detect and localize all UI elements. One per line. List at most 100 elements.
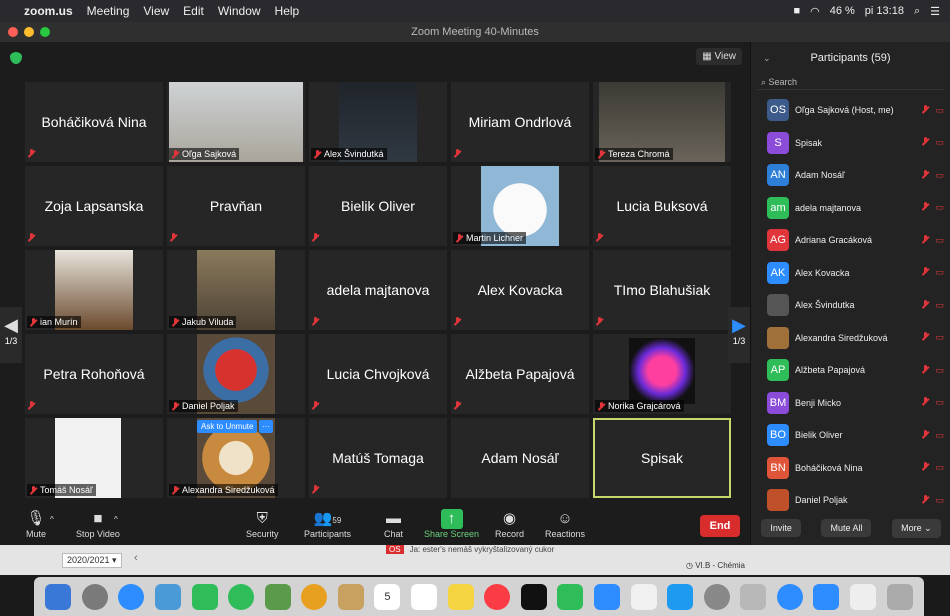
participant-row[interactable]: AN Adam Nosáľ ▭ (751, 159, 950, 192)
participant-tile[interactable]: Alex Kovacka (451, 250, 589, 330)
participant-tile[interactable]: Jakub Viluda (167, 250, 305, 330)
zoom-icon[interactable] (813, 583, 840, 610)
chat-button[interactable]: ▬ Chat (384, 509, 403, 539)
participant-row[interactable]: Alex Švindutka ▭ (751, 289, 950, 322)
menu-app[interactable]: zoom.us (24, 4, 73, 18)
photos-icon[interactable] (301, 583, 328, 610)
system-preferences-icon[interactable] (703, 583, 730, 610)
participant-row[interactable]: S Spisak ▭ (751, 127, 950, 160)
participant-tile[interactable]: TImo Blahušiak (593, 250, 731, 330)
participants-button[interactable]: 👥59 Participants (304, 509, 351, 539)
mute-all-button[interactable]: Mute All (821, 519, 872, 537)
participant-tile[interactable]: adela majtanova (309, 250, 447, 330)
participant-tile[interactable]: Alex Švindutká (309, 82, 447, 162)
participant-tile[interactable]: Bielik Oliver (309, 166, 447, 246)
participant-tile[interactable]: Boháčiková Nina (25, 82, 163, 162)
participant-row[interactable]: AP Alžbeta Papajová ▭ (751, 354, 950, 387)
calendar-icon[interactable]: 5 (374, 583, 401, 610)
wifi-icon[interactable]: ◠ (810, 5, 820, 18)
participant-tile[interactable]: Martin Lichner (451, 166, 589, 246)
trash-icon[interactable] (886, 583, 913, 610)
participant-row[interactable]: AG Adriana Gracáková ▭ (751, 224, 950, 257)
participant-row[interactable]: OS Oľga Sajková (Host, me) ▭ (751, 94, 950, 127)
view-button[interactable]: ▦ View (696, 48, 742, 65)
zoom-window-button[interactable] (40, 27, 50, 37)
edge-icon[interactable] (776, 583, 803, 610)
menu-view[interactable]: View (143, 4, 169, 18)
finder-icon[interactable] (45, 583, 72, 610)
launchpad-icon[interactable] (81, 583, 108, 610)
end-meeting-button[interactable]: End (700, 515, 740, 537)
menu-meeting[interactable]: Meeting (87, 4, 130, 18)
participant-tile[interactable]: Oľga Sajková (167, 82, 305, 162)
participant-tile[interactable]: Alžbeta Papajová (451, 334, 589, 414)
next-page-button[interactable]: ▶ 1/3 (728, 307, 750, 363)
tile-more-button[interactable]: ··· (259, 420, 273, 433)
reminders-icon[interactable] (411, 583, 438, 610)
participant-tile[interactable]: Matúš Tomaga (309, 418, 447, 498)
safari-icon[interactable] (118, 583, 145, 610)
app-store-icon[interactable] (667, 583, 694, 610)
keynote-icon[interactable] (593, 583, 620, 610)
stop-video-button[interactable]: ■ Stop Video (76, 509, 120, 539)
participant-search-input[interactable]: ⌕ Search (757, 74, 944, 90)
encryption-shield-icon[interactable] (10, 52, 22, 64)
control-center-icon[interactable]: ☰ (930, 5, 940, 18)
share-screen-button[interactable]: ↑ Share Screen (424, 509, 479, 539)
participant-row[interactable]: BM Benji Micko ▭ (751, 387, 950, 420)
participant-tile[interactable]: ian Murín (25, 250, 163, 330)
participant-tile[interactable]: Norika Grajcárová (593, 334, 731, 414)
participant-row[interactable]: BN Boháčiková Nina ▭ (751, 452, 950, 485)
participant-row[interactable]: Alexandra Siredžuková ▭ (751, 322, 950, 355)
pages-icon[interactable] (630, 583, 657, 610)
reactions-button[interactable]: ☺ Reactions (545, 509, 585, 539)
menu-edit[interactable]: Edit (183, 4, 204, 18)
participant-tile[interactable]: Lucia Chvojková (309, 334, 447, 414)
invite-button[interactable]: Invite (761, 519, 801, 537)
participant-tile[interactable]: Tereza Chromá (593, 82, 731, 162)
facetime-icon[interactable] (191, 583, 218, 610)
audio-options-button[interactable]: ^ (50, 515, 54, 524)
record-button[interactable]: ◉ Record (495, 509, 524, 539)
spotlight-icon[interactable]: ⌕ (914, 5, 920, 18)
participant-tile[interactable]: Zoja Lapsanska (25, 166, 163, 246)
battery-label[interactable]: 46 % (830, 5, 855, 17)
participant-tile[interactable]: Daniel Poljak (167, 334, 305, 414)
class-item[interactable]: ◷ VI.B - Chémia (686, 561, 745, 570)
participant-tile[interactable]: Tomáš Nosáľ (25, 418, 163, 498)
video-options-button[interactable]: ^ (114, 515, 118, 524)
mute-button[interactable]: 🎙 Mute (26, 509, 46, 539)
minimize-window-button[interactable] (24, 27, 34, 37)
clock[interactable]: pi 13:18 (865, 5, 904, 17)
school-year-select[interactable]: 2020/2021 ▾ (62, 553, 122, 568)
previous-page-button[interactable]: ◀ 1/3 (0, 307, 22, 363)
participant-row[interactable]: am adela majtanova ▭ (751, 192, 950, 225)
ask-to-unmute-button[interactable]: Ask to Unmute (197, 420, 258, 433)
messages-icon[interactable] (228, 583, 255, 610)
preview-icon[interactable] (740, 583, 767, 610)
zoom-status-icon[interactable]: ■ (793, 5, 800, 17)
menu-help[interactable]: Help (275, 4, 300, 18)
close-window-button[interactable] (8, 27, 18, 37)
notes-icon[interactable] (447, 583, 474, 610)
participant-tile[interactable]: Ask to Unmute ··· Alexandra Siredžuková (167, 418, 305, 498)
more-button[interactable]: More ⌄ (892, 518, 941, 538)
apple-tv-icon[interactable] (520, 583, 547, 610)
document-icon[interactable] (850, 583, 876, 610)
participant-tile[interactable]: Adam Nosáľ (451, 418, 589, 498)
mail-icon[interactable] (155, 583, 182, 610)
numbers-icon[interactable] (557, 583, 584, 610)
active-speaker-tile[interactable]: Spisak (593, 418, 731, 498)
participant-tile[interactable]: Lucia Buksová (593, 166, 731, 246)
music-icon[interactable] (484, 583, 511, 610)
menu-window[interactable]: Window (218, 4, 261, 18)
participant-row[interactable]: AK Alex Kovacka ▭ (751, 257, 950, 290)
maps-icon[interactable] (264, 583, 291, 610)
chevron-down-icon[interactable]: ⌄ (763, 53, 771, 64)
contacts-icon[interactable] (337, 583, 364, 610)
participant-tile[interactable]: Miriam Ondrlová (451, 82, 589, 162)
back-chevron-icon[interactable]: ‹ (134, 552, 138, 564)
security-button[interactable]: ⛨ Security (246, 509, 279, 539)
participant-tile[interactable]: Petra Rohoňová (25, 334, 163, 414)
participant-tile[interactable]: Pravňan (167, 166, 305, 246)
